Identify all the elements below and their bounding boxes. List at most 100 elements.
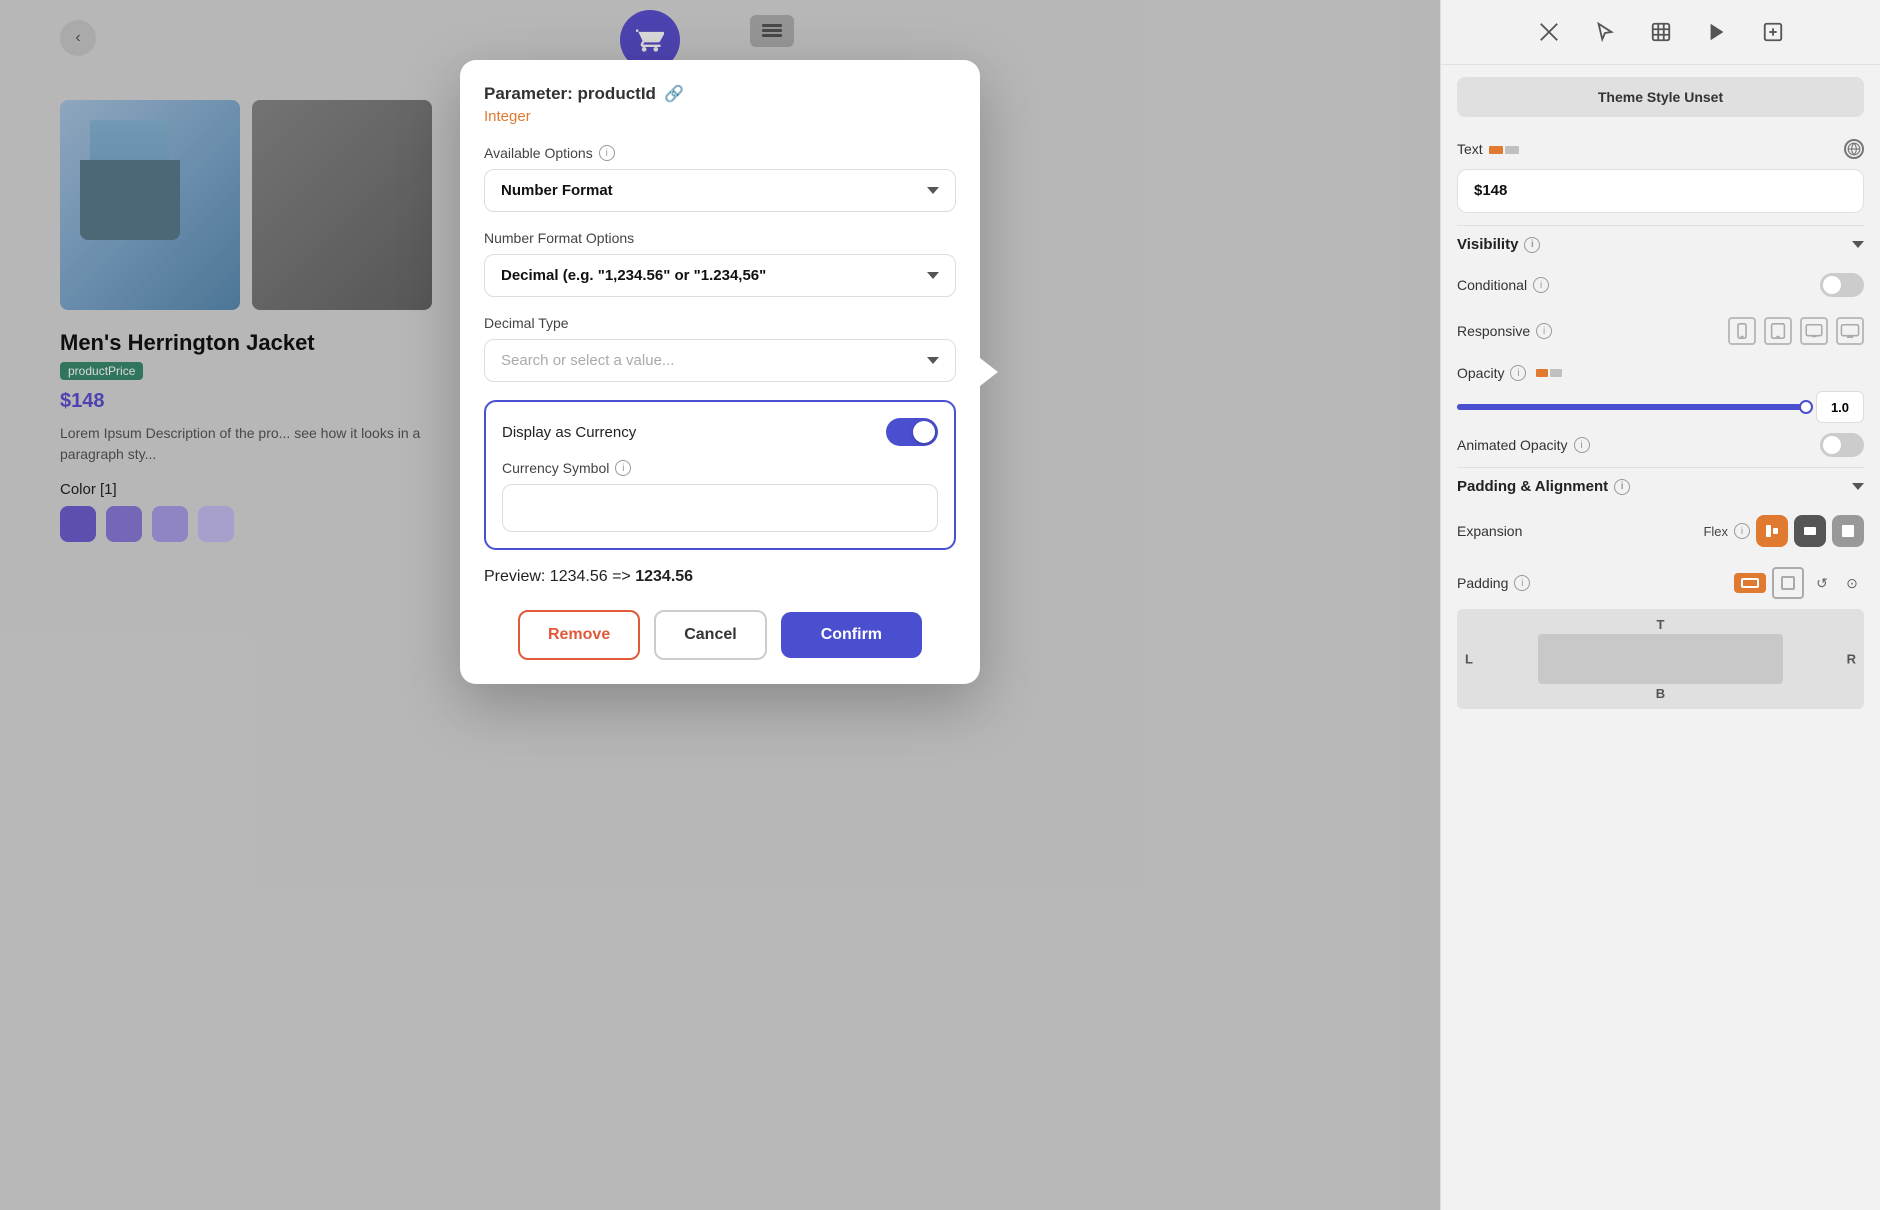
expansion-icon-1[interactable]: [1756, 515, 1788, 547]
visibility-chevron-icon: [1852, 241, 1864, 248]
modal-header: Parameter: productId 🔗 Integer: [484, 84, 956, 125]
globe-icon: [1844, 139, 1864, 159]
padding-icons: ↺ ⊙: [1734, 567, 1864, 599]
display-currency-label: Display as Currency: [502, 424, 636, 441]
padding-info-icon: i: [1514, 575, 1530, 591]
padding-right-label: R: [1847, 652, 1856, 667]
opacity-slider[interactable]: [1457, 404, 1806, 410]
monitor-icon[interactable]: [1836, 317, 1864, 345]
conditional-label: Conditional i: [1457, 277, 1549, 293]
opacity-icons: [1536, 369, 1562, 377]
available-options-info-icon: i: [599, 145, 615, 161]
available-options-label: Available Options i: [484, 145, 956, 161]
phone-icon[interactable]: [1728, 317, 1756, 345]
padding-visual: T B L R: [1457, 609, 1864, 709]
visibility-label: Visibility i: [1457, 236, 1540, 253]
padding-alignment-section: Padding & Alignment i: [1457, 467, 1864, 505]
padding-inner-box: [1538, 634, 1782, 684]
currency-symbol-input[interactable]: [502, 484, 938, 532]
padding-alignment-chevron-icon: [1852, 483, 1864, 490]
table-tool-icon[interactable]: [1643, 14, 1679, 50]
available-options-section: Available Options i Number Format: [484, 145, 956, 212]
responsive-row: Responsive i: [1457, 307, 1864, 355]
padding-alignment-info-icon: i: [1614, 479, 1630, 495]
link-icon: 🔗: [664, 84, 684, 104]
visibility-info-icon: i: [1524, 237, 1540, 253]
desktop-small-icon[interactable]: [1800, 317, 1828, 345]
edit-tool-icon[interactable]: [1531, 14, 1567, 50]
text-format-icons: [1489, 145, 1519, 154]
padding-bottom-label: B: [1656, 686, 1665, 701]
modal-dialog: Parameter: productId 🔗 Integer Available…: [460, 60, 980, 684]
padding-top-label: T: [1657, 617, 1665, 632]
animated-opacity-label: Animated Opacity i: [1457, 437, 1590, 453]
text-right: [1844, 139, 1864, 159]
opacity-row: Opacity i: [1457, 355, 1864, 391]
text-value-box: $148: [1457, 169, 1864, 213]
text-value: $148: [1474, 182, 1507, 199]
expansion-row: Expansion Flex i: [1457, 505, 1864, 557]
padding-left-label: L: [1465, 652, 1473, 667]
text-icon-bottom: [1505, 146, 1519, 154]
number-format-dropdown[interactable]: Decimal (e.g. "1,234.56" or "1.234,56": [484, 254, 956, 297]
currency-symbol-label: Currency Symbol i: [502, 460, 938, 476]
number-format-chevron-icon: [927, 272, 939, 279]
padding-label-text: Padding i: [1457, 575, 1530, 591]
modal-overlay: Parameter: productId 🔗 Integer Available…: [0, 0, 1440, 1210]
decimal-type-label: Decimal Type: [484, 315, 956, 331]
padding-border-icon[interactable]: [1772, 567, 1804, 599]
opacity-label: Opacity i: [1457, 365, 1562, 381]
cursor-tool-icon[interactable]: [1587, 14, 1623, 50]
opacity-icon-top: [1536, 369, 1548, 377]
add-tool-icon[interactable]: [1755, 14, 1791, 50]
padding-toggle-icon[interactable]: [1734, 573, 1766, 593]
decimal-type-chevron-icon: [927, 357, 939, 364]
text-label: Text: [1457, 141, 1519, 157]
visibility-section: Visibility i: [1457, 225, 1864, 263]
responsive-info-icon: i: [1536, 323, 1552, 339]
confirm-button[interactable]: Confirm: [781, 612, 922, 658]
animated-opacity-info-icon: i: [1574, 437, 1590, 453]
modal-actions: Remove Cancel Confirm: [484, 610, 956, 660]
display-currency-row: Display as Currency: [502, 418, 938, 446]
number-format-options-label: Number Format Options: [484, 230, 956, 246]
available-options-dropdown[interactable]: Number Format: [484, 169, 956, 212]
animated-opacity-toggle[interactable]: [1820, 433, 1864, 457]
conditional-toggle[interactable]: [1820, 273, 1864, 297]
padding-row: Padding i ↺ ⊙: [1457, 557, 1864, 609]
highlighted-section: Display as Currency Currency Symbol i: [484, 400, 956, 550]
conditional-info-icon: i: [1533, 277, 1549, 293]
recycle-icon[interactable]: ↺: [1810, 571, 1834, 595]
responsive-label: Responsive i: [1457, 323, 1552, 339]
padding-alignment-label: Padding & Alignment i: [1457, 478, 1630, 495]
remove-button[interactable]: Remove: [518, 610, 640, 660]
decimal-type-section: Decimal Type Search or select a value...: [484, 315, 956, 382]
currency-symbol-section: Currency Symbol i: [502, 460, 938, 532]
opacity-value: 1.0: [1816, 391, 1864, 423]
chevron-down-icon: [927, 187, 939, 194]
preview-text: Preview: 1234.56 => 1234.56: [484, 568, 956, 586]
text-row: Text: [1457, 129, 1864, 169]
cancel-button[interactable]: Cancel: [654, 610, 766, 660]
opacity-slider-row: 1.0: [1457, 391, 1864, 423]
tablet-icon[interactable]: [1764, 317, 1792, 345]
theme-style-button[interactable]: Theme Style Unset: [1457, 77, 1864, 117]
animated-opacity-row: Animated Opacity i: [1457, 423, 1864, 467]
modal-arrow: [980, 358, 998, 386]
panel-content: Theme Style Unset Text: [1441, 65, 1880, 1210]
copy-icon[interactable]: ⊙: [1840, 571, 1864, 595]
expansion-icon-3[interactable]: [1832, 515, 1864, 547]
main-layout: ‹ Men's Herrington Jacket: [0, 0, 1880, 1210]
expansion-icon-2[interactable]: [1794, 515, 1826, 547]
display-currency-toggle[interactable]: [886, 418, 938, 446]
decimal-type-dropdown[interactable]: Search or select a value...: [484, 339, 956, 382]
play-tool-icon[interactable]: [1699, 14, 1735, 50]
number-format-options-section: Number Format Options Decimal (e.g. "1,2…: [484, 230, 956, 297]
text-icon-top: [1489, 146, 1503, 154]
responsive-icons: [1728, 317, 1864, 345]
expansion-icons: [1756, 515, 1864, 547]
conditional-row: Conditional i: [1457, 263, 1864, 307]
opacity-icon-bottom: [1550, 369, 1562, 377]
flex-info-icon: i: [1734, 523, 1750, 539]
modal-title: Parameter: productId: [484, 84, 656, 104]
